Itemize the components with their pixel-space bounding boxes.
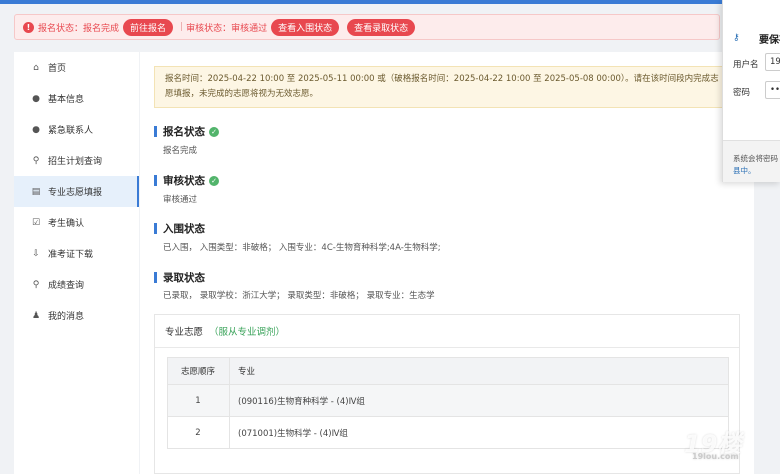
check-circle-icon: ✓ [209,175,219,186]
sidebar-item-enrollment-plan[interactable]: ⚲ 招生计划查询 [14,145,139,176]
sidebar-item-label: 专业志愿填报 [48,188,103,198]
shortlist-status-heading: 入围状态 [154,221,205,236]
save-password-popup: ⚷ 要保存 用户名 19 密码 •• 系统会将密码 县中。 [722,0,780,182]
key-icon: ⚷ [733,33,740,43]
registration-status-title: 报名状态 [163,126,205,138]
download-icon: ⇩ [32,248,40,259]
check-icon: ☑ [31,217,41,228]
sidebar-item-label: 紧急联系人 [48,126,94,136]
table-header-row: 志愿顺序 专业 [167,357,729,385]
popup-footer: 系统会将密码 县中。 [723,140,780,182]
table-row: 1 (090116)生物育种科学 - (4)Ⅳ组 [167,384,729,417]
adjustment-label: （服从专业调剂） [209,327,286,338]
sidebar-item-score-query[interactable]: ⚲ 成绩查询 [14,269,139,300]
sidebar-item-label: 招生计划查询 [48,157,103,167]
sidebar-item-label: 考生确认 [48,219,85,229]
column-header-major: 专业 [229,357,729,385]
divider: | [180,22,184,32]
home-icon: ⌂ [33,62,39,73]
shortlist-status-title: 入围状态 [163,223,205,235]
admission-status-title: 录取状态 [163,272,205,284]
sidebar-item-candidate-confirm[interactable]: ☑ 考生确认 [14,207,139,238]
table-row: 2 (071001)生物科学 - (4)Ⅳ组 [167,416,729,449]
choices-table: 志愿顺序 专业 1 (090116)生物育种科学 - (4)Ⅳ组 2 (0710… [167,357,729,449]
review-status-heading: 审核状态 ✓ [154,173,219,188]
sidebar-item-home[interactable]: ⌂ 首页 [14,52,139,83]
sidebar-item-admission-ticket[interactable]: ⇩ 准考证下载 [14,238,139,269]
choice-order: 2 [167,416,230,449]
username-label: 用户名 [733,60,759,70]
registration-status-heading: 报名状态 ✓ [154,124,219,139]
admission-status-value: 已录取， 录取学校：浙江大学； 录取类型：非破格； 录取专业：生态学 [163,291,435,301]
check-circle-icon: ✓ [209,126,219,137]
heading-bar [154,272,157,283]
choice-major: (071001)生物科学 - (4)Ⅳ组 [229,416,729,449]
sidebar-item-basic-info[interactable]: ● 基本信息 [14,83,139,114]
notice-line-2: 愿填报，未完成的志愿将视为无效志愿。 [165,89,319,99]
search-icon: ⚲ [32,155,40,166]
go-register-button[interactable]: 前往报名 [123,18,174,36]
major-choices-card: 专业志愿 （服从专业调剂） 志愿顺序 专业 1 (090116)生物育种科学 -… [154,314,740,474]
status-alert: ! 报名状态：报名完成 前往报名 | 审核状态：审核通过 查看入围状态 查看录取… [14,14,720,40]
view-admission-button[interactable]: 查看录取状态 [347,18,416,36]
registration-status-text: 报名状态：报名完成 [38,23,120,34]
heading-bar [154,223,157,234]
user-icon: ● [32,124,40,135]
heading-bar [154,175,157,186]
review-status-value: 审核通过 [163,195,198,205]
sidebar-item-label: 成绩查询 [48,281,85,291]
user-icon: ● [32,93,40,104]
shortlist-status-value: 已入围， 入围类型：非破格； 入围专业：4C-生物育种科学;4A-生物科学; [163,243,441,253]
sidebar-item-emergency-contact[interactable]: ● 紧急联系人 [14,114,139,145]
watermark-logo: 19楼 19lou.com [684,424,741,461]
sidebar-item-label: 基本信息 [48,95,85,105]
registration-status-value: 报名完成 [163,146,198,156]
footer-link[interactable]: 县中。 [733,165,756,176]
sidebar-item-label: 首页 [48,64,67,74]
password-field[interactable]: •• [765,81,780,99]
column-header-order: 志愿顺序 [167,357,230,385]
choice-order: 1 [167,384,230,417]
review-status-text: 审核状态：审核通过 [186,23,268,34]
time-notice: 报名时间：2025-04-22 10:00 至 2025-05-11 00:00… [154,66,740,108]
sidebar: ⌂ 首页 ● 基本信息 ● 紧急联系人 ⚲ 招生计划查询 ▤ 专业志愿填报 ☑ … [14,52,139,474]
footer-text: 系统会将密码 [733,154,778,163]
admission-status-heading: 录取状态 [154,270,205,285]
username-field[interactable]: 19 [765,53,780,71]
choice-major: (090116)生物育种科学 - (4)Ⅳ组 [229,384,729,417]
form-icon: ▤ [31,186,41,197]
card-title: 专业志愿 [165,327,204,338]
card-header: 专业志愿 （服从专业调剂） [155,315,739,348]
review-status-title: 审核状态 [163,175,205,187]
search-icon: ⚲ [32,279,40,290]
top-bar [0,0,780,4]
sidebar-item-label: 准考证下载 [48,250,94,260]
bell-icon: ♟ [31,310,41,321]
sidebar-item-label: 我的消息 [48,312,85,322]
sidebar-item-major-choice[interactable]: ▤ 专业志愿填报 [14,176,139,207]
password-label: 密码 [733,88,751,98]
heading-bar [154,126,157,137]
warning-icon: ! [23,21,34,33]
notice-line-1: 报名时间：2025-04-22 10:00 至 2025-05-11 00:00… [165,74,719,84]
view-shortlist-button[interactable]: 查看入围状态 [271,18,340,36]
sidebar-item-messages[interactable]: ♟ 我的消息 [14,300,139,331]
main-content: 报名时间：2025-04-22 10:00 至 2025-05-11 00:00… [140,52,754,474]
watermark-sub: 19lou.com [692,452,739,461]
popup-title: 要保存 [759,35,780,46]
